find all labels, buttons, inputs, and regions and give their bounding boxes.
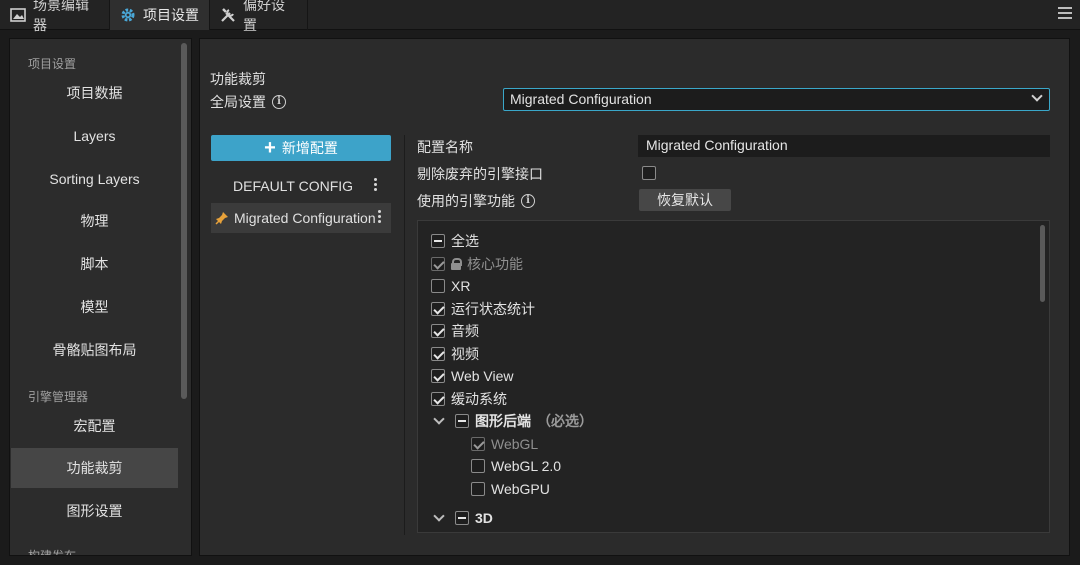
feature-label: WebGL [491,436,539,452]
config-item-label: Migrated Configuration [234,210,376,226]
webview-checkbox[interactable] [431,369,445,383]
webgl-checkbox [471,437,485,451]
more-options-icon[interactable] [374,178,377,193]
nav-group-engine: 引擎管理器 [28,390,89,404]
chevron-down-icon[interactable] [433,413,445,425]
add-config-button[interactable]: + 新增配置 [211,135,391,161]
feature-label: WebGL 2.0 [491,458,562,474]
global-config-select[interactable]: Migrated Configuration [503,88,1050,111]
config-item-migrated[interactable]: Migrated Configuration [211,203,391,233]
deprecated-api-label: 剔除废弃的引擎接口 [417,166,543,182]
config-name-input[interactable]: Migrated Configuration [638,135,1050,157]
feature-label: 全选 [451,233,479,249]
video-checkbox[interactable] [431,347,445,361]
feature-row-select-all[interactable]: 全选 [431,232,479,250]
feature-label: 核心功能 [467,256,523,272]
chevron-down-icon [1031,90,1043,102]
feature-row-xr[interactable]: XR [431,277,470,295]
config-item-label: DEFAULT CONFIG [233,178,354,194]
feature-row-video[interactable]: 视频 [431,345,479,363]
sidebar-item-model[interactable]: 模型 [11,287,178,327]
feature-row-core: 核心功能 [431,255,523,273]
settings-sidebar: 项目设置 项目数据 Layers Sorting Layers 物理 脚本 模型… [9,38,192,556]
feature-label: WebGPU [491,481,550,497]
tab-label: 场景编辑器 [33,0,89,33]
section-title: 功能裁剪 [210,71,266,87]
feature-label: 3D [475,510,493,526]
required-tag: （必选） [537,413,593,429]
menu-icon[interactable] [1058,7,1072,21]
sidebar-item-feature-cropping[interactable]: 功能裁剪 [11,448,178,488]
tab-label: 偏好设置 [243,0,285,33]
engine-features-text: 使用的引擎功能 [417,193,515,209]
config-name-label: 配置名称 [417,139,473,155]
sidebar-scrollbar[interactable] [181,43,187,399]
feature-row-webgpu[interactable]: WebGPU [471,480,550,498]
3d-checkbox[interactable] [455,511,469,525]
sidebar-item-scripts[interactable]: 脚本 [11,244,178,284]
tab-project-settings[interactable]: 项目设置 [110,0,210,30]
sidebar-item-macro[interactable]: 宏配置 [11,406,178,446]
add-config-label: 新增配置 [281,140,338,156]
feature-row-3d[interactable]: 3D [433,509,493,527]
plus-icon: + [264,137,276,159]
reset-default-button[interactable]: 恢复默认 [639,189,731,211]
more-options-icon[interactable] [378,210,381,225]
pin-icon [215,211,229,225]
feature-label: 运行状态统计 [451,301,535,317]
xr-checkbox[interactable] [431,279,445,293]
audio-checkbox[interactable] [431,324,445,338]
feature-label: XR [451,278,471,294]
tools-icon [220,7,236,23]
core-checkbox [431,257,445,271]
info-icon[interactable]: i [272,95,286,109]
feature-label: 视频 [451,346,479,362]
sidebar-item-skeleton-layout[interactable]: 骨骼贴图布局 [11,330,178,370]
global-settings-label: 全局设置 i [210,92,286,112]
feature-row-gfx-backend[interactable]: 图形后端 （必选） [433,412,593,430]
sidebar-item-layers[interactable]: Layers [11,116,178,156]
feature-label: 图形后端 [475,413,531,429]
tab-preferences[interactable]: 偏好设置 [210,0,308,33]
global-settings-text: 全局设置 [210,94,266,110]
nav-group-project: 项目设置 [28,57,77,71]
webgpu-checkbox[interactable] [471,482,485,496]
features-scrollbar[interactable] [1040,225,1045,302]
feature-label: 音频 [451,323,479,339]
deprecated-api-checkbox[interactable] [642,166,656,180]
tab-label: 项目设置 [143,7,199,23]
scene-icon [10,7,26,23]
feature-row-webview[interactable]: Web View [431,367,514,385]
feature-row-webgl2[interactable]: WebGL 2.0 [471,457,561,475]
gear-icon [120,7,136,23]
tab-bar: 场景编辑器 项目设置 偏好设置 [0,0,1080,33]
tab-scene-editor[interactable]: 场景编辑器 [0,0,110,33]
divider [404,135,405,535]
lock-icon [451,258,462,270]
sidebar-item-physics[interactable]: 物理 [11,201,178,241]
feature-row-webgl: WebGL [471,435,538,453]
config-item-default[interactable]: DEFAULT CONFIG [211,171,391,201]
feature-row-profiler[interactable]: 运行状态统计 [431,300,535,318]
sidebar-item-sorting-layers[interactable]: Sorting Layers [11,159,178,199]
feature-row-tween[interactable]: 缓动系统 [431,390,507,408]
feature-label: 缓动系统 [451,391,507,407]
select-all-checkbox[interactable] [431,234,445,248]
engine-features-label: 使用的引擎功能 i [417,191,535,211]
nav-group-build: 构建发布 [28,549,77,556]
gfx-backend-checkbox[interactable] [455,414,469,428]
sidebar-item-graphics[interactable]: 图形设置 [11,491,178,531]
sidebar-item-project-data[interactable]: 项目数据 [11,73,178,113]
webgl2-checkbox[interactable] [471,459,485,473]
feature-cropping-panel: 功能裁剪 全局设置 i Migrated Configuration + 新增配… [199,38,1070,556]
info-icon[interactable]: i [521,194,535,208]
chevron-down-icon[interactable] [433,510,445,522]
profiler-checkbox[interactable] [431,302,445,316]
engine-features-list: 全选 核心功能 XR 运行状态统计 音频 视频 Web View 缓动系统 图形… [417,220,1050,533]
feature-label: Web View [451,368,514,384]
global-config-value: Migrated Configuration [510,91,652,107]
tween-checkbox[interactable] [431,392,445,406]
feature-row-audio[interactable]: 音频 [431,322,479,340]
